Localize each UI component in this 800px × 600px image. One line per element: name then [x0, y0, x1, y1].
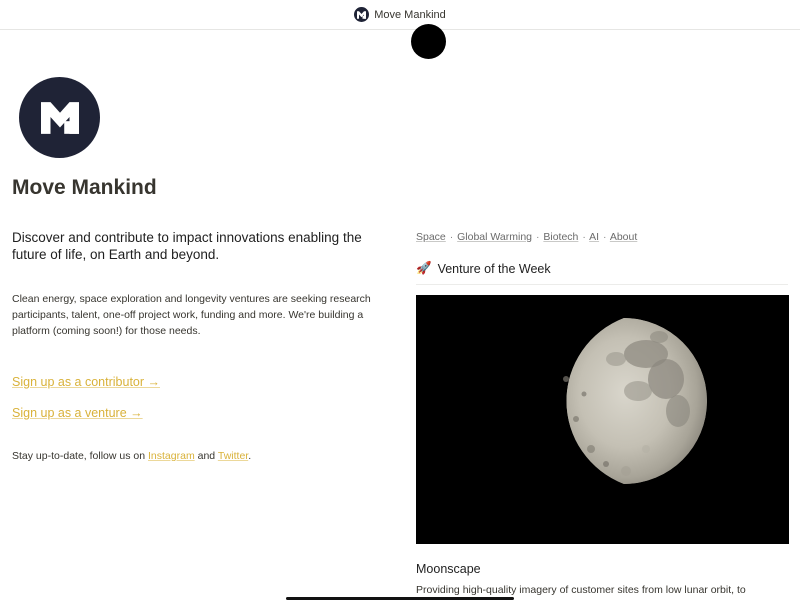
follow-us-text: Stay up-to-date, follow us on Instagram …: [12, 450, 251, 462]
move-mankind-logo-icon: [354, 7, 370, 22]
top-bar-title: Move Mankind: [374, 8, 446, 21]
nav-link-biotech[interactable]: Biotech: [543, 231, 578, 243]
nav-separator: ·: [582, 231, 586, 243]
follow-prefix: Stay up-to-date, follow us on: [12, 450, 148, 462]
black-dot-indicator: [411, 24, 446, 59]
nav-link-ai[interactable]: AI: [589, 231, 599, 243]
move-mankind-logo: [19, 77, 100, 158]
signup-venture-link[interactable]: Sign up as a venture →: [12, 406, 143, 420]
top-bar: Move Mankind: [0, 0, 800, 30]
instagram-link[interactable]: Instagram: [148, 450, 195, 462]
venture-description: Providing high-quality imagery of custom…: [416, 584, 746, 596]
section-title-text: Venture of the Week: [437, 261, 551, 276]
section-divider: [416, 284, 788, 285]
page-title: Move Mankind: [12, 176, 157, 199]
twitter-link[interactable]: Twitter: [218, 450, 248, 462]
hero-description: Clean energy, space exploration and long…: [12, 293, 371, 337]
follow-suffix: .: [248, 450, 252, 462]
nav-separator: ·: [603, 231, 607, 243]
signup-contributor-link[interactable]: Sign up as a contributor →: [12, 375, 160, 389]
nav-link-about[interactable]: About: [610, 231, 637, 243]
nav-separator: ·: [535, 231, 540, 243]
category-nav: Space · Global Warming · Biotech · AI · …: [416, 231, 637, 243]
venture-name[interactable]: Moonscape: [416, 562, 481, 576]
rocket-icon: 🚀: [416, 261, 432, 275]
nav-link-space[interactable]: Space: [416, 231, 446, 243]
nav-link-global-warming[interactable]: Global Warming: [457, 231, 532, 243]
nav-separator: ·: [449, 231, 454, 243]
moon-photo[interactable]: [416, 295, 789, 544]
top-bar-home-link[interactable]: Move Mankind: [354, 7, 446, 22]
venture-of-the-week-heading: 🚀 Venture of the Week: [416, 261, 551, 276]
follow-and: and: [194, 450, 218, 462]
hero-lead: Discover and contribute to impact innova…: [12, 230, 362, 262]
